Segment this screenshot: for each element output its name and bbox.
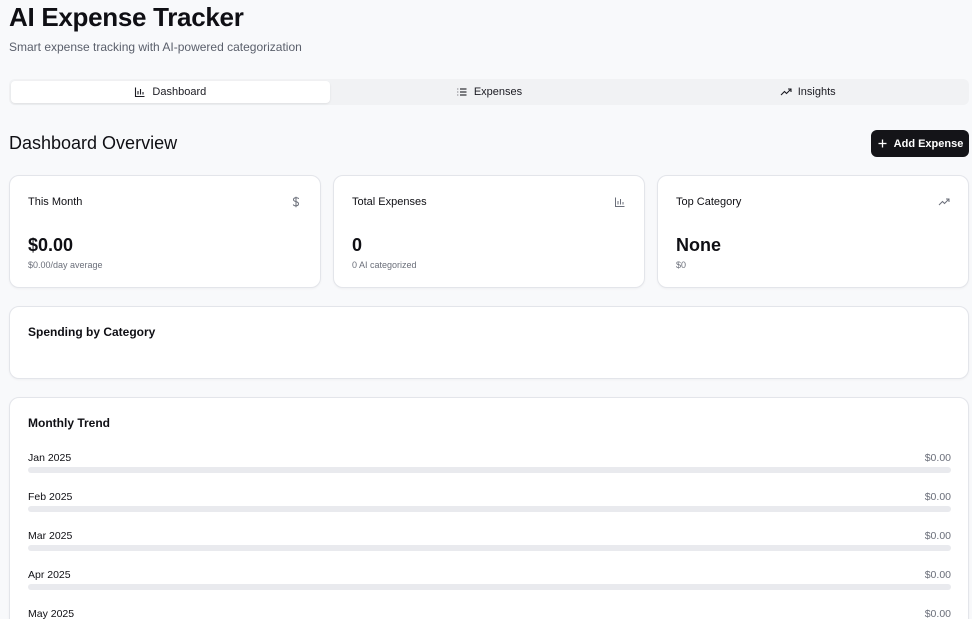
card-title: Monthly Trend <box>28 416 110 430</box>
tab-bar: Dashboard Expenses Insights <box>9 79 969 105</box>
add-expense-label: Add Expense <box>893 137 964 150</box>
month-label: Apr 2025 <box>28 569 71 581</box>
month-row: Jan 2025 $0.00 <box>28 452 951 482</box>
month-amount: $0.00 <box>924 491 951 503</box>
stat-label: Total Expenses <box>352 196 427 208</box>
stat-sub: $0.00/day average <box>28 260 103 270</box>
month-amount: $0.00 <box>924 530 951 542</box>
stat-value: None <box>676 235 721 255</box>
spending-by-category-card: Spending by Category <box>9 306 969 379</box>
month-amount: $0.00 <box>924 569 951 581</box>
tab-insights[interactable]: Insights <box>648 81 967 103</box>
month-label: May 2025 <box>28 608 75 619</box>
stat-sub: 0 AI categorized <box>352 260 417 270</box>
stat-sub: $0 <box>676 260 687 270</box>
tab-expenses[interactable]: Expenses <box>330 81 649 103</box>
tab-dashboard[interactable]: Dashboard <box>11 81 330 103</box>
stat-card-this-month: This Month $0.00 $0.00/day average <box>9 175 321 288</box>
stat-label: Top Category <box>676 196 742 208</box>
month-label: Feb 2025 <box>28 491 73 503</box>
month-amount: $0.00 <box>924 452 951 464</box>
card-title: Spending by Category <box>28 325 156 339</box>
trending-up-icon <box>780 88 792 96</box>
month-row: May 2025 $0.00 <box>28 608 951 619</box>
stat-card-top-category: Top Category None $0 <box>657 175 969 288</box>
progress-bar <box>28 545 951 551</box>
month-row: Apr 2025 $0.00 <box>28 569 951 599</box>
stat-value: 0 <box>352 235 363 255</box>
stat-value: $0.00 <box>28 235 74 255</box>
monthly-trend-card: Monthly Trend Jan 2025 $0.00 Feb 2025 $0… <box>9 397 969 619</box>
progress-bar <box>28 506 951 512</box>
month-amount: $0.00 <box>924 608 951 619</box>
list-icon <box>457 88 467 96</box>
tab-label: Expenses <box>473 86 523 98</box>
tab-label: Dashboard <box>152 86 207 98</box>
page-title: Dashboard Overview <box>9 133 178 153</box>
dollar-icon <box>292 196 300 208</box>
app-subtitle: Smart expense tracking with AI-powered c… <box>9 40 302 54</box>
add-expense-button[interactable]: Add Expense <box>871 130 969 157</box>
plus-icon <box>878 139 887 148</box>
month-label: Mar 2025 <box>28 530 73 542</box>
stat-label: This Month <box>28 196 83 208</box>
progress-bar <box>28 584 951 590</box>
month-row: Feb 2025 $0.00 <box>28 491 951 521</box>
trending-up-icon <box>938 198 950 206</box>
month-row: Mar 2025 $0.00 <box>28 530 951 560</box>
bar-chart-icon <box>615 197 625 207</box>
tab-label: Insights <box>797 86 836 98</box>
bar-chart-icon <box>135 87 145 98</box>
month-label: Jan 2025 <box>28 452 72 464</box>
app-title: AI Expense Tracker <box>9 2 244 32</box>
stat-card-total-expenses: Total Expenses 0 0 AI categorized <box>333 175 645 288</box>
progress-bar <box>28 467 951 473</box>
